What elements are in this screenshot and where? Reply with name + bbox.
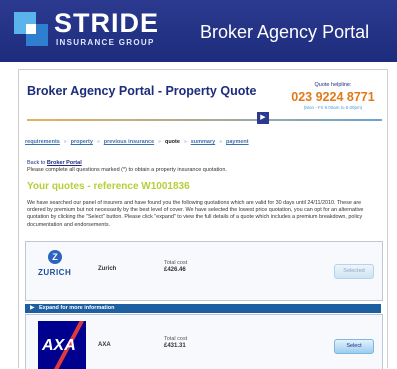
progress-line (27, 119, 382, 121)
broker-portal-link[interactable]: Broker Portal (47, 160, 82, 166)
zurich-logo-text: ZURICH (38, 268, 72, 277)
expand-arrow-icon: ▶ (30, 305, 35, 311)
expand-bar[interactable]: ▶ Expand for more information (25, 304, 381, 313)
step-quote: quote (164, 139, 180, 145)
portal-title: Broker Agency Portal (200, 22, 370, 42)
quote-row: AXA AXA Total cost £431.31 Select (25, 314, 383, 369)
total-cost-label: Total cost (164, 260, 188, 266)
site-header: STRIDE INSURANCE GROUP Broker Agency Por… (0, 0, 397, 62)
step-payment[interactable]: payment (226, 139, 249, 145)
step-separator-icon: » (183, 139, 187, 145)
step-separator-icon: » (63, 139, 67, 145)
page-title: Broker Agency Portal - Property Quote (27, 84, 257, 98)
progress-arrow-icon: ▶ (257, 112, 269, 124)
helpline-hours: (Mon - Fri 9.00am to 5.00pm) (303, 105, 363, 110)
step-breadcrumb: requirements » property » previous insur… (25, 139, 387, 145)
quotes-heading: Your quotes - reference W1001836 (27, 181, 190, 192)
brand-name: STRIDE (54, 8, 160, 38)
insurer-name: AXA (98, 342, 111, 348)
step-previous-insurance[interactable]: previous insurance (104, 139, 154, 145)
step-separator-icon: » (158, 139, 161, 145)
step-summary[interactable]: summary (191, 139, 215, 145)
total-cost-value: £431.31 (164, 343, 186, 349)
zurich-logo-icon (48, 250, 62, 264)
step-property[interactable]: property (71, 139, 93, 145)
selected-button[interactable]: Selected (334, 264, 374, 279)
stride-logo-icon (14, 12, 48, 46)
select-button[interactable]: Select (334, 339, 374, 354)
back-link-row: Back to Broker Portal (27, 160, 82, 166)
quote-row: ZURICH Zurich Total cost £426.46 Selecte… (25, 241, 383, 301)
back-prefix: Back to (27, 160, 46, 166)
axa-logo-text: AXA (42, 337, 76, 354)
step-separator-icon: » (96, 139, 100, 145)
quotes-description: We have searched our panel of insurers a… (27, 200, 364, 228)
brand-subtitle: INSURANCE GROUP (56, 38, 155, 47)
expand-label: Expand for more information (39, 305, 115, 311)
step-separator-icon: » (219, 139, 222, 145)
insurer-name: Zurich (98, 266, 117, 272)
total-cost-value: £426.46 (164, 267, 186, 273)
helpline-number: 023 9224 8771 (291, 90, 375, 104)
total-cost-label: Total cost (164, 336, 188, 342)
instruction-text: Please complete all questions marked (*)… (27, 167, 227, 173)
quote-panel: Broker Agency Portal - Property Quote Qu… (18, 69, 388, 369)
helpline-label: Quote helpline: (314, 82, 352, 88)
quote-helpline: Quote helpline: 023 9224 8771 (Mon - Fri… (283, 82, 383, 110)
step-requirements[interactable]: requirements (25, 139, 60, 145)
axa-logo-icon: AXA (38, 321, 86, 369)
